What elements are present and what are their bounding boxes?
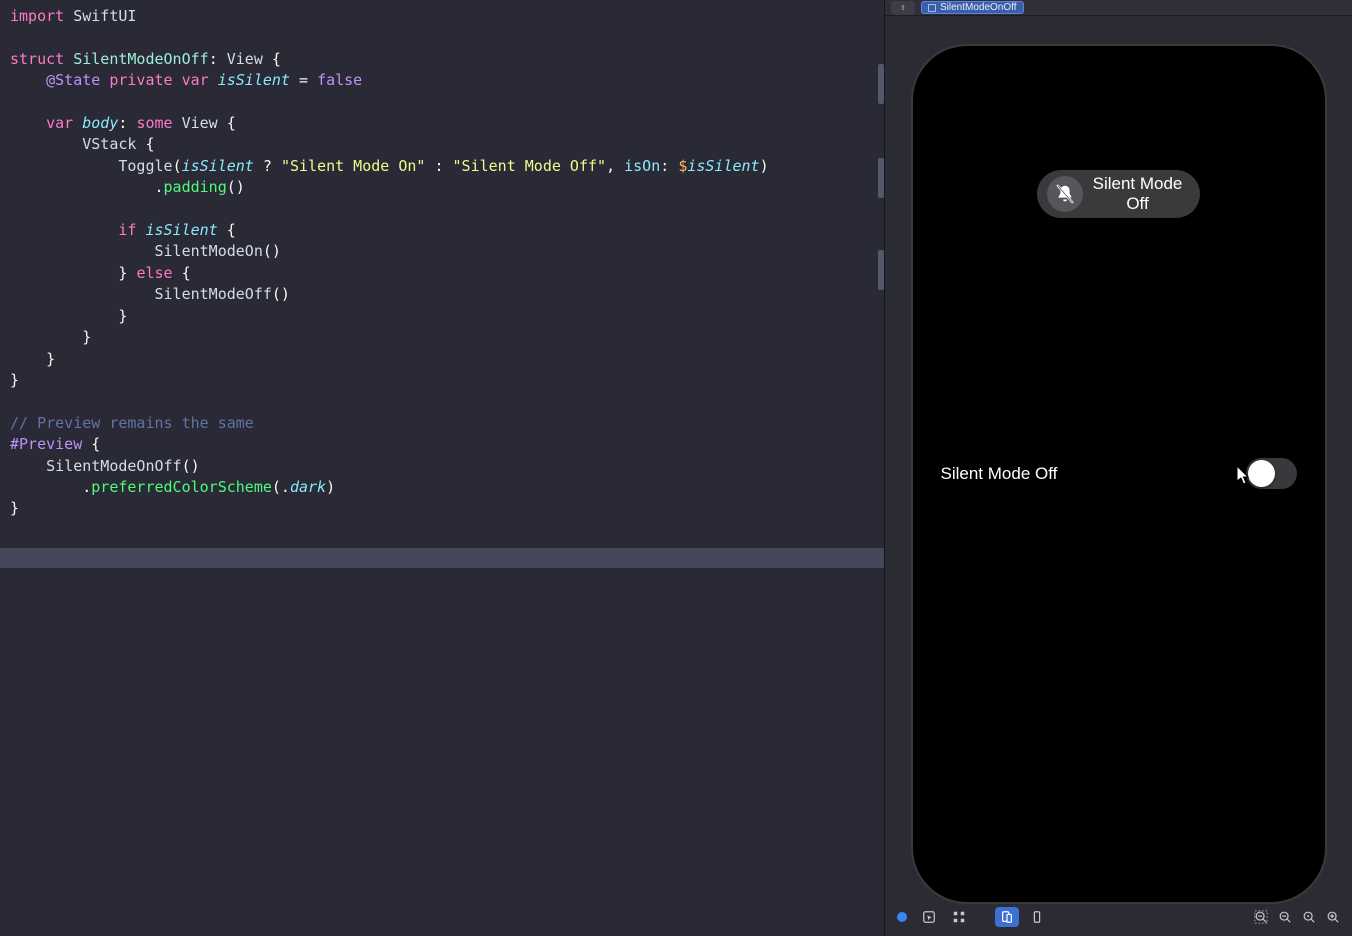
device-bezel: Silent Mode Off Silent Mode Off (911, 44, 1327, 904)
preview-pane: ⇪ SilentModeOnOff (884, 0, 1352, 936)
code-line[interactable]: if isSilent { (10, 220, 874, 241)
phone-icon (1030, 910, 1044, 924)
code-line[interactable]: } (10, 370, 874, 391)
canvas-toolbar-left (893, 907, 1049, 927)
toggle-knob (1248, 460, 1275, 487)
silent-mode-toggle[interactable] (1246, 458, 1297, 489)
code-line[interactable]: SilentModeOff() (10, 284, 874, 305)
banner-text: Silent Mode Off (1093, 174, 1183, 214)
code-line[interactable]: } (10, 306, 874, 327)
preview-canvas[interactable]: Silent Mode Off Silent Mode Off (885, 16, 1352, 936)
source-code[interactable]: import SwiftUI struct SilentModeOnOff: V… (0, 0, 884, 524)
silent-mode-toggle-row: Silent Mode Off (921, 458, 1317, 489)
preview-breadcrumb-bar: ⇪ SilentModeOnOff (885, 0, 1352, 16)
code-line[interactable]: .padding() (10, 177, 874, 198)
grid-icon (952, 910, 966, 924)
zoom-out-button[interactable] (1274, 907, 1296, 927)
zoom-in-icon (1326, 910, 1340, 924)
banner-line-1: Silent Mode (1093, 174, 1183, 194)
selectable-icon (922, 910, 936, 924)
bell-slash-icon (1047, 176, 1083, 212)
crumb-label: SilentModeOnOff (940, 2, 1017, 13)
zoom-out-icon (1278, 910, 1292, 924)
code-line[interactable] (10, 92, 874, 113)
code-line[interactable]: // Preview remains the same (10, 413, 874, 434)
code-line[interactable]: var body: some View { (10, 113, 874, 134)
code-line[interactable]: @State private var isSilent = false (10, 70, 874, 91)
zoom-100-icon (1302, 910, 1316, 924)
code-line[interactable]: VStack { (10, 134, 874, 155)
selectable-preview-button[interactable] (917, 907, 941, 927)
code-line[interactable]: import SwiftUI (10, 6, 874, 27)
code-line[interactable]: SilentModeOn() (10, 241, 874, 262)
pin-icon: ⇪ (900, 3, 905, 13)
device-stack-icon (1000, 910, 1014, 924)
code-line[interactable] (10, 199, 874, 220)
toggle-label: Silent Mode Off (941, 464, 1058, 484)
code-line[interactable] (10, 391, 874, 412)
xcode-workspace: import SwiftUI struct SilentModeOnOff: V… (0, 0, 1352, 936)
variants-preview-button[interactable] (947, 907, 971, 927)
debug-bar[interactable] (0, 548, 884, 568)
scrollbar-minimap[interactable] (876, 0, 884, 936)
device-layout-button[interactable] (995, 907, 1019, 927)
canvas-toolbar (885, 904, 1352, 930)
code-editor-pane[interactable]: import SwiftUI struct SilentModeOnOff: V… (0, 0, 884, 936)
live-preview-button[interactable] (893, 907, 911, 927)
zoom-in-button[interactable] (1322, 907, 1344, 927)
device-settings-button[interactable] (1025, 907, 1049, 927)
code-line[interactable]: struct SilentModeOnOff: View { (10, 49, 874, 70)
code-line[interactable]: Toggle(isSilent ? "Silent Mode On" : "Si… (10, 156, 874, 177)
code-line[interactable]: } (10, 349, 874, 370)
zoom-actual-button[interactable] (1298, 907, 1320, 927)
live-dot-icon (897, 912, 907, 922)
zoom-fit-button[interactable] (1250, 907, 1272, 927)
code-line[interactable]: } else { (10, 263, 874, 284)
code-line[interactable]: } (10, 498, 874, 519)
pin-preview-button[interactable]: ⇪ (891, 1, 915, 15)
code-line[interactable]: SilentModeOnOff() (10, 456, 874, 477)
code-line[interactable]: #Preview { (10, 434, 874, 455)
swift-file-icon (928, 4, 936, 12)
device-screen: Silent Mode Off Silent Mode Off (921, 54, 1317, 894)
zoom-out-full-icon (1254, 910, 1268, 924)
silent-mode-banner: Silent Mode Off (1037, 170, 1201, 218)
code-line[interactable] (10, 27, 874, 48)
preview-file-crumb[interactable]: SilentModeOnOff (921, 1, 1024, 14)
canvas-zoom-controls (1250, 907, 1344, 927)
banner-line-2: Off (1093, 194, 1183, 214)
code-line[interactable]: .preferredColorScheme(.dark) (10, 477, 874, 498)
code-line[interactable]: } (10, 327, 874, 348)
